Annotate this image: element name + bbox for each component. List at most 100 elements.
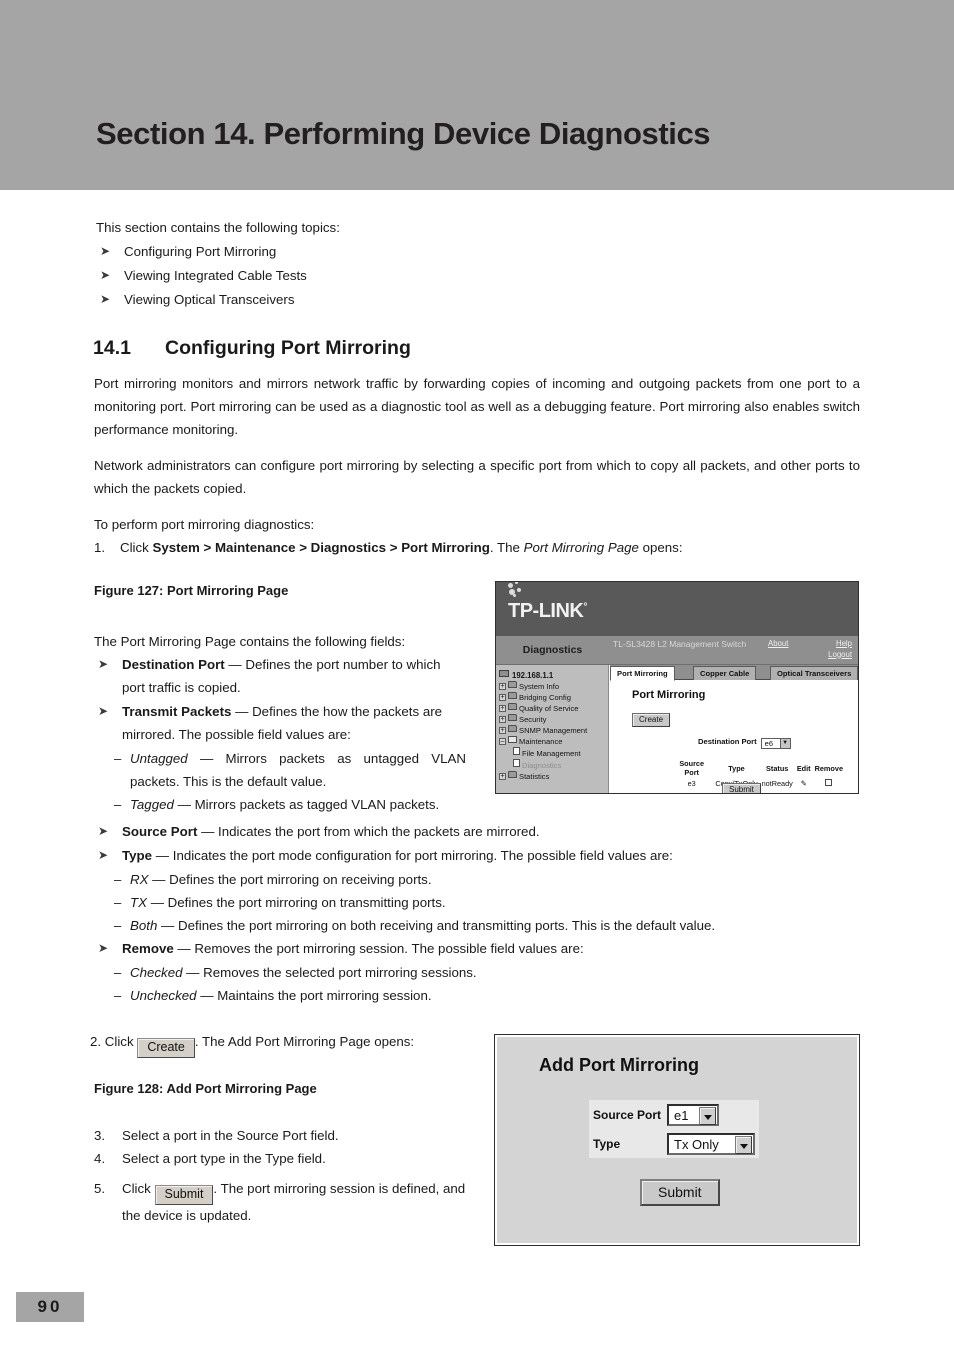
field-sub-term: Both <box>130 918 158 933</box>
remove-checkbox[interactable] <box>825 779 833 786</box>
device-tab-row: Port Mirroring Copper Cable Optical Tran… <box>610 665 858 681</box>
cell-status: notReady <box>761 779 793 788</box>
dash-bullet-icon: – <box>114 872 122 887</box>
paragraph-2: Network administrators can configure por… <box>94 458 860 496</box>
logout-link-text[interactable]: Logout <box>828 650 852 659</box>
device-section-name: Diagnostics <box>522 644 583 656</box>
step-number: 4. <box>94 1151 106 1166</box>
topic-item-0: ➤ Configuring Port Mirroring <box>96 240 516 263</box>
edit-pencil-icon[interactable]: ✎ <box>795 778 813 789</box>
expand-icon[interactable]: + <box>499 694 506 701</box>
field-term: Source Port <box>122 824 198 839</box>
step-text: Select a port in the Source Port field. <box>122 1128 339 1143</box>
heading-text: Configuring Port Mirroring <box>165 337 411 359</box>
cell-remove <box>813 778 845 789</box>
topic-label: Viewing Integrated Cable Tests <box>124 268 307 283</box>
help-link-text[interactable]: Help <box>836 639 852 648</box>
topic-item-2: ➤ Viewing Optical Transceivers <box>96 288 516 311</box>
step-text-pre: Click <box>122 1181 155 1196</box>
tree-node-bridging-config[interactable]: + Bridging Config <box>499 692 608 703</box>
field-destination-port: ➤ Destination Port — Defines the port nu… <box>94 653 466 699</box>
help-logout-links[interactable]: Help Logout <box>828 639 852 660</box>
destination-port-select[interactable]: e6 ▼ <box>760 738 791 749</box>
tree-node-file-management[interactable]: File Management <box>499 747 608 759</box>
field-sub-both: – Both — Defines the port mirroring on b… <box>94 914 860 937</box>
step-number: 3. <box>94 1128 106 1143</box>
source-port-label: Source Port <box>593 1107 662 1122</box>
tree-node-security[interactable]: + Security <box>499 714 608 725</box>
chevron-down-icon[interactable]: ▼ <box>779 739 790 748</box>
device-subbar: Diagnostics TL-SL3428 L2 Management Swit… <box>496 636 858 665</box>
source-port-select[interactable]: e1 <box>667 1103 719 1126</box>
arrow-bullet-icon: ➤ <box>98 941 109 955</box>
tree-node-label: System Info <box>519 682 560 691</box>
type-label: Type <box>593 1136 621 1151</box>
field-sub-unchecked: – Unchecked — Maintains the port mirrori… <box>94 984 860 1007</box>
step-text-post: opens: <box>638 540 683 555</box>
source-port-row: Source Port e1 <box>589 1100 759 1129</box>
about-link-text[interactable]: About <box>768 639 788 648</box>
create-button-inline[interactable]: Create <box>137 1038 195 1059</box>
column-header-source-port: Source Port <box>679 759 705 777</box>
source-port-value: e1 <box>674 1107 689 1123</box>
field-sub-desc: — Defines the port mirroring on transmit… <box>147 895 446 910</box>
step-text-pre: Click <box>120 540 153 555</box>
dash-bullet-icon: – <box>114 965 122 980</box>
type-value: Tx Only <box>674 1136 719 1152</box>
chevron-down-icon[interactable] <box>735 1135 752 1154</box>
folder-icon <box>508 771 517 778</box>
tree-node-snmp-management[interactable]: + SNMP Management <box>499 725 608 736</box>
collapse-icon[interactable]: – <box>499 738 506 745</box>
about-link[interactable]: About <box>768 639 788 650</box>
field-desc: — Indicates the port mode configuration … <box>152 848 673 863</box>
submit-button[interactable]: Submit <box>722 783 761 793</box>
arrow-bullet-icon: ➤ <box>98 824 109 838</box>
menu-path: System > Maintenance > Diagnostics > Por… <box>152 540 490 555</box>
tab-port-mirroring[interactable]: Port Mirroring <box>610 666 675 681</box>
dash-bullet-icon: – <box>114 895 122 910</box>
figure-127-port-mirroring-page: TP-LINK° Diagnostics TL-SL3428 L2 Manage… <box>495 581 859 794</box>
step-text-pre: Click <box>104 1034 138 1049</box>
tree-node-diagnostics[interactable]: Diagnostics <box>499 759 608 771</box>
step-2: 2. Click Create. The Add Port Mirroring … <box>90 1030 470 1059</box>
add-submit-button[interactable]: Submit <box>640 1179 720 1206</box>
arrow-bullet-icon: ➤ <box>98 704 109 718</box>
topic-label: Viewing Optical Transceivers <box>124 292 295 307</box>
field-term: Type <box>122 848 153 863</box>
field-sub-desc: — Defines the port mirroring on receivin… <box>148 872 432 887</box>
expand-icon[interactable]: + <box>499 727 506 734</box>
type-select[interactable]: Tx Only <box>667 1132 755 1155</box>
folder-icon <box>508 725 517 732</box>
expand-icon[interactable]: + <box>499 773 506 780</box>
tree-node-quality-of-service[interactable]: + Quality of Service <box>499 703 608 714</box>
tree-node-system-info[interactable]: + System Info <box>499 681 608 692</box>
submit-button-inline[interactable]: Submit <box>154 1185 214 1206</box>
step-5: 5. Click Submit. The port mirroring sess… <box>94 1178 474 1226</box>
tree-node-statistics[interactable]: + Statistics <box>499 771 608 782</box>
destination-port-label: Destination Port <box>698 737 757 746</box>
add-port-mirroring-form: Source Port e1 Type Tx Only <box>589 1100 759 1158</box>
column-header-remove: Remove <box>814 763 843 773</box>
expand-icon[interactable]: + <box>499 683 506 690</box>
tree-node-maintenance[interactable]: – Maintenance <box>499 736 608 747</box>
brand-tm: ° <box>583 601 587 613</box>
tree-node-root[interactable]: 192.168.1.1 <box>499 670 608 681</box>
create-button[interactable]: Create <box>632 713 671 727</box>
expand-icon[interactable]: + <box>499 716 506 723</box>
expand-icon[interactable]: + <box>499 705 506 712</box>
tab-copper-cable[interactable]: Copper Cable <box>693 666 757 680</box>
column-header-status: Status <box>766 763 789 773</box>
chevron-down-icon[interactable] <box>699 1106 716 1125</box>
tree-node-label: Bridging Config <box>519 693 571 702</box>
folder-icon <box>508 681 517 688</box>
field-sub-tagged: – Tagged — Mirrors packets as tagged VLA… <box>94 793 466 816</box>
device-body: 192.168.1.1 + System Info + Bridging Confi… <box>496 665 858 793</box>
tab-optical-transceivers[interactable]: Optical Transceivers <box>770 666 858 680</box>
step-3: 3. Select a port in the Source Port fiel… <box>94 1124 474 1147</box>
brand-name: TP-LINK <box>508 600 584 622</box>
device-nav-tree: 192.168.1.1 + System Info + Bridging Confi… <box>496 665 609 793</box>
page-icon <box>513 747 520 755</box>
device-header: TP-LINK° <box>496 582 858 636</box>
section-heading: 14.1 Configuring Port Mirroring <box>93 337 411 360</box>
field-source-port: ➤ Source Port — Indicates the port from … <box>94 820 860 843</box>
